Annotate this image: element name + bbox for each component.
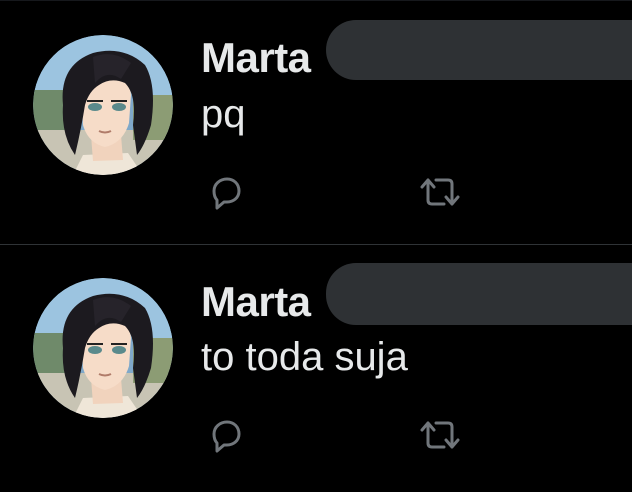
avatar[interactable] <box>33 278 173 418</box>
retweet-icon <box>420 421 460 449</box>
reply-icon <box>212 420 241 453</box>
author-name[interactable]: Marta <box>201 34 311 82</box>
retweet-button[interactable] <box>418 413 462 457</box>
avatar[interactable] <box>33 35 173 175</box>
tweet[interactable]: Marta pq <box>0 0 632 244</box>
timeline: Marta pq Marta to toda suja <box>0 0 632 492</box>
redacted-handle <box>326 263 632 325</box>
reply-button[interactable] <box>204 413 248 457</box>
retweet-button[interactable] <box>418 170 462 214</box>
anime-character-avatar-icon <box>33 35 173 175</box>
tweet-text: to toda suja <box>201 335 408 379</box>
author-name[interactable]: Marta <box>201 278 311 326</box>
tweet[interactable]: Marta to toda suja <box>0 245 632 489</box>
reply-button[interactable] <box>204 170 248 214</box>
anime-character-avatar-icon <box>33 278 173 418</box>
tweet-text: pq <box>201 92 246 136</box>
retweet-icon <box>420 178 460 206</box>
reply-icon <box>212 177 241 210</box>
redacted-handle <box>326 20 632 80</box>
